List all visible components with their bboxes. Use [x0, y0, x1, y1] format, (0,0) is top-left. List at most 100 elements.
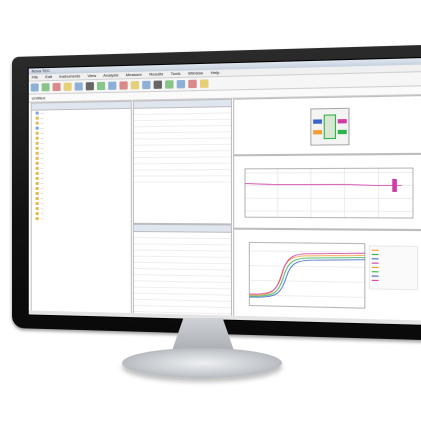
- plate-well[interactable]: [337, 129, 347, 135]
- plate-map-panel: [233, 95, 421, 156]
- folder-icon: [35, 206, 39, 210]
- menu-window[interactable]: Window: [188, 70, 203, 76]
- curve-series-pink[interactable]: [249, 252, 365, 296]
- menu-results[interactable]: Results: [149, 71, 163, 77]
- curve-chart-panel: [233, 228, 421, 322]
- toolbar-icon-9[interactable]: [119, 81, 128, 90]
- folder-icon: [35, 121, 39, 125]
- monitor-bezel: Nova TEC File Edit Instruments View Anal…: [12, 44, 421, 341]
- window-title: Nova TEC: [31, 67, 50, 74]
- plate-well-group[interactable]: [324, 115, 335, 139]
- monitor-screen: Nova TEC File Edit Instruments View Anal…: [27, 56, 421, 326]
- toolbar-icon-13[interactable]: [165, 80, 174, 89]
- tree-item[interactable]: ...: [32, 216, 131, 222]
- toolbar-icon-8[interactable]: [108, 81, 117, 90]
- tree-list: ... ... ... ... ... ... ... ... ... ... …: [32, 109, 131, 222]
- toolbar-icon-4[interactable]: [63, 82, 72, 91]
- tree-panel: ... ... ... ... ... ... ... ... ... ... …: [30, 100, 132, 315]
- menu-view[interactable]: View: [87, 73, 96, 78]
- menu-tools[interactable]: Tools: [171, 71, 181, 76]
- tree-item-label: ...: [40, 165, 44, 170]
- table-row[interactable]: [133, 176, 231, 183]
- folder-icon: [35, 126, 39, 130]
- monitor-logo: [46, 314, 86, 323]
- tree-item-label: ...: [40, 201, 44, 206]
- menu-file[interactable]: File: [32, 74, 38, 79]
- stage: Nova TEC File Edit Instruments View Anal…: [0, 0, 421, 421]
- folder-icon: [35, 196, 39, 200]
- tree-item-label: ...: [40, 130, 44, 135]
- tree-item-label: ...: [40, 196, 44, 201]
- tree-item-label: ...: [40, 135, 44, 140]
- line-chart-axes: [245, 168, 413, 218]
- tree-item-label: ...: [40, 145, 44, 150]
- toolbar-icon-6[interactable]: [85, 82, 94, 91]
- tree-item-label: ...: [40, 190, 44, 196]
- data-table-panel: [132, 98, 233, 225]
- folder-icon: [35, 211, 39, 215]
- curve-legend: [369, 246, 417, 290]
- tree-item-label: ...: [40, 185, 44, 190]
- line-chart-panel: [233, 153, 421, 231]
- folder-icon: [35, 171, 39, 175]
- toolbar-icon-2[interactable]: [41, 83, 50, 92]
- folder-icon: [35, 151, 39, 155]
- toolbar-icon-7[interactable]: [96, 81, 106, 91]
- curve-chart-axes: [249, 242, 365, 308]
- line-chart: [234, 161, 421, 226]
- tree-item-label: ...: [40, 170, 44, 175]
- toolbar-icon-10[interactable]: [130, 81, 140, 90]
- tree-item-label: ...: [40, 211, 44, 216]
- folder-icon: [35, 136, 39, 140]
- tree-item-label: ...: [40, 140, 44, 145]
- monitor-base: [122, 348, 282, 378]
- toolbar-icon-12[interactable]: [153, 80, 162, 89]
- folder-icon: [35, 161, 39, 165]
- tree-item-label: ...: [40, 150, 44, 155]
- folder-icon: [35, 216, 39, 220]
- folder-icon: [35, 176, 39, 180]
- tree-item-label: ...: [40, 125, 44, 130]
- tree-item-label: ...: [40, 120, 44, 125]
- folder-icon: [35, 201, 39, 205]
- tree-item-label: ...: [40, 216, 44, 221]
- line-chart-marker[interactable]: [392, 178, 397, 192]
- tree-item-label: ...: [40, 115, 44, 120]
- toolbar-icon-15[interactable]: [188, 79, 197, 89]
- tree-item-label: ...: [40, 175, 44, 180]
- toolbar-icon-14[interactable]: [176, 79, 186, 89]
- document-tab-label: Untitled: [31, 95, 46, 101]
- tree-item-label: ...: [40, 110, 44, 115]
- folder-icon: [35, 131, 39, 135]
- toolbar-icon-5[interactable]: [74, 82, 83, 91]
- plate-well[interactable]: [313, 119, 323, 124]
- folder-icon: [35, 146, 39, 150]
- folder-icon: [35, 116, 39, 120]
- menu-measure[interactable]: Measure: [126, 72, 142, 78]
- tree-item-label: ...: [40, 180, 44, 185]
- folder-icon: [35, 141, 39, 145]
- tree-item-label: ...: [40, 155, 44, 160]
- folder-icon: [35, 166, 39, 170]
- results-table-panel: [132, 223, 233, 317]
- folder-icon: [35, 111, 39, 115]
- folder-icon: [35, 191, 39, 195]
- toolbar-icon-11[interactable]: [142, 80, 151, 90]
- menu-instruments[interactable]: Instruments: [59, 73, 80, 79]
- toolbar-icon-3[interactable]: [52, 82, 61, 92]
- plate-map-graphic: [234, 103, 421, 155]
- folder-icon: [35, 156, 39, 160]
- tree-item-label: ...: [40, 206, 44, 211]
- menu-help[interactable]: Help: [211, 70, 220, 75]
- curve-series-green[interactable]: [249, 256, 365, 298]
- plate-well[interactable]: [313, 130, 323, 135]
- menu-edit[interactable]: Edit: [45, 74, 52, 79]
- toolbar-icon-1[interactable]: [30, 83, 39, 92]
- plate-well[interactable]: [337, 119, 347, 124]
- tree-item-label: ...: [40, 160, 44, 165]
- curve-chart: [234, 236, 421, 320]
- folder-icon: [35, 186, 39, 190]
- toolbar-icon-16[interactable]: [199, 79, 209, 88]
- menu-analysis[interactable]: Analysis: [103, 72, 118, 77]
- line-chart-grid: [245, 168, 413, 218]
